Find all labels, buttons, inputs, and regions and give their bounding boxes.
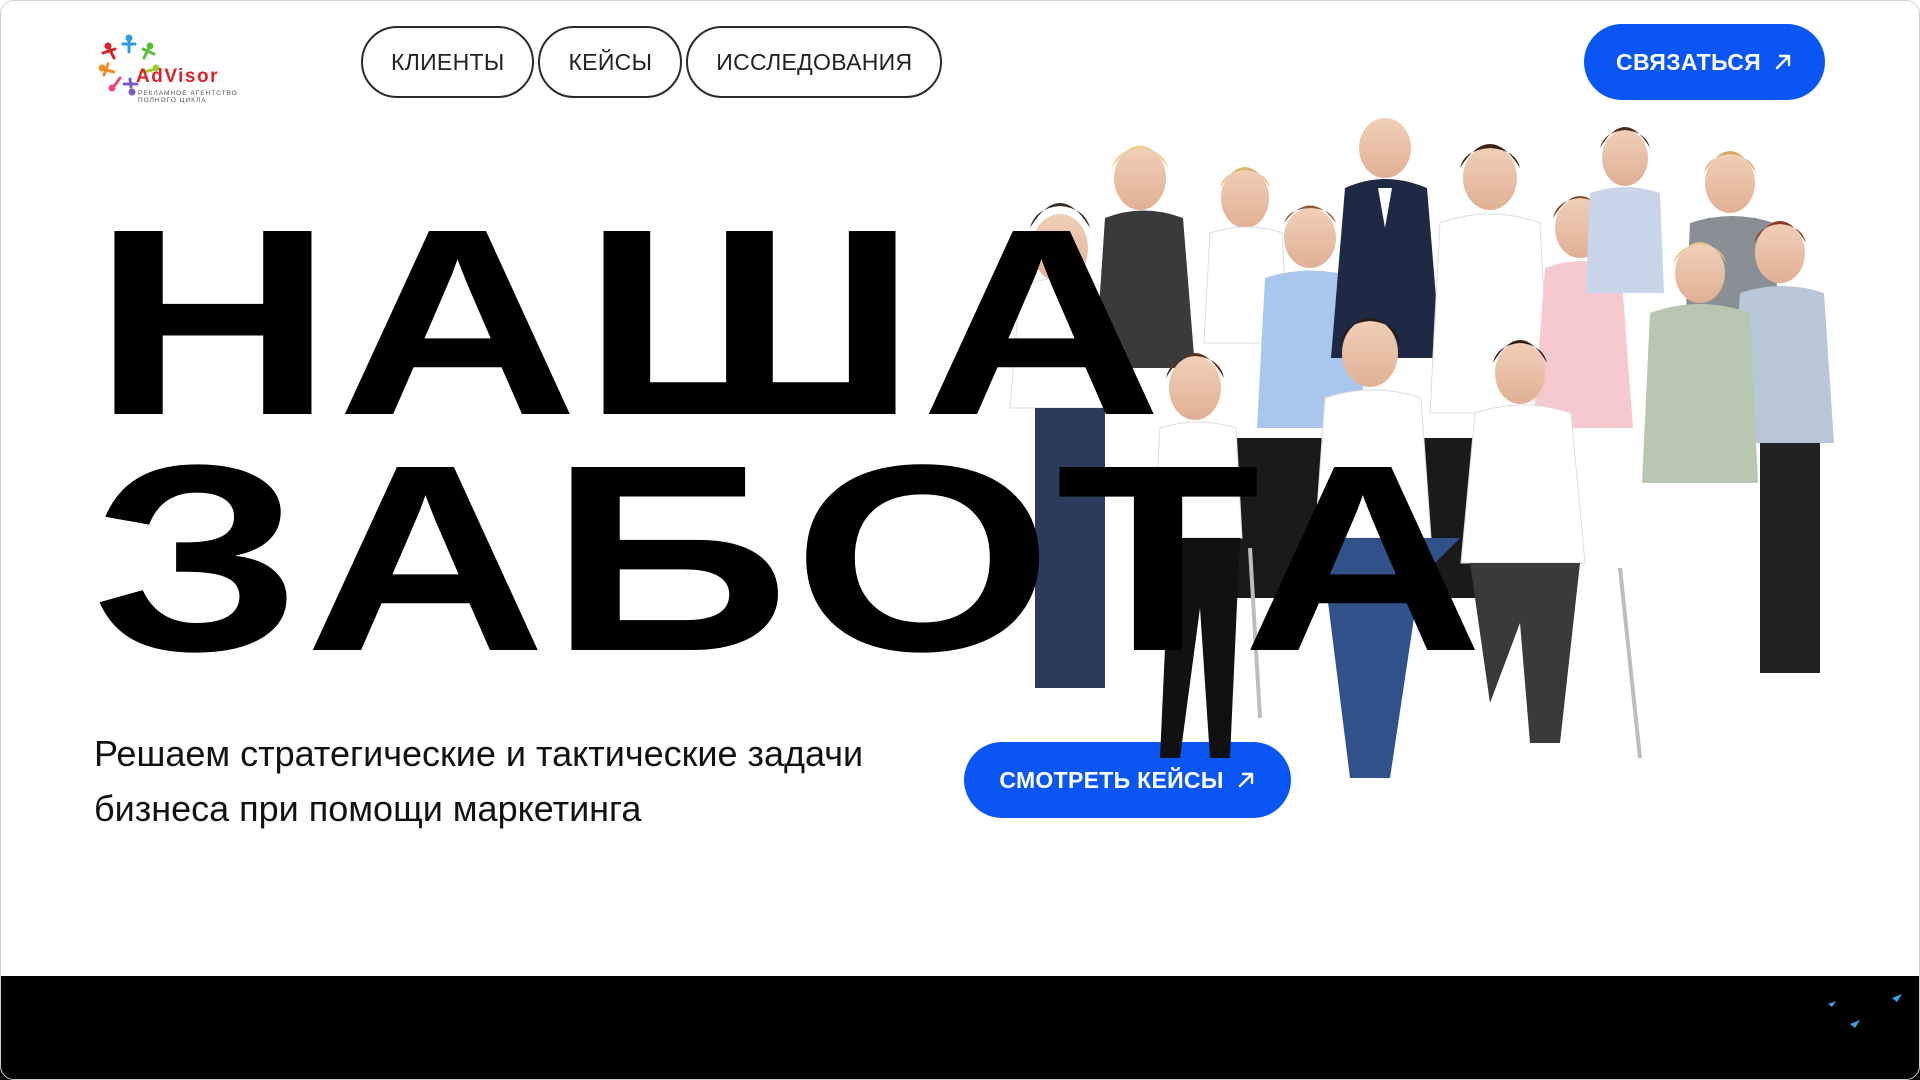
main-nav: КЛИЕНТЫ КЕЙСЫ ИССЛЕДОВАНИЯ [361, 26, 943, 98]
sparkle-icon [1828, 994, 1902, 1028]
contact-button-label: СВЯЗАТЬСЯ [1616, 48, 1761, 75]
landing-page: AdVisor Рекламное агентство полного цикл… [0, 0, 1920, 1080]
logo[interactable]: AdVisor Рекламное агентство полного цикл… [94, 30, 254, 105]
arrow-up-right-icon [1775, 54, 1791, 70]
hero-title-line-2: ЗАБОТА [92, 410, 1487, 707]
bottom-band [0, 976, 1920, 1080]
contact-button[interactable]: СВЯЗАТЬСЯ [1584, 24, 1825, 100]
hero-title-line-1: НАША [92, 174, 1166, 471]
logo-tagline: Рекламное агентство полного цикла [138, 90, 238, 104]
hero-subtitle: Решаем стратегические и тактические зада… [94, 733, 864, 829]
logo-brand: AdVisor [136, 66, 220, 87]
nav-item-research[interactable]: ИССЛЕДОВАНИЯ [686, 26, 943, 98]
hero-title: НАША ЗАБОТА [92, 174, 1487, 707]
nav-item-clients[interactable]: КЛИЕНТЫ [361, 26, 535, 98]
nav-item-cases[interactable]: КЕЙСЫ [538, 26, 683, 98]
